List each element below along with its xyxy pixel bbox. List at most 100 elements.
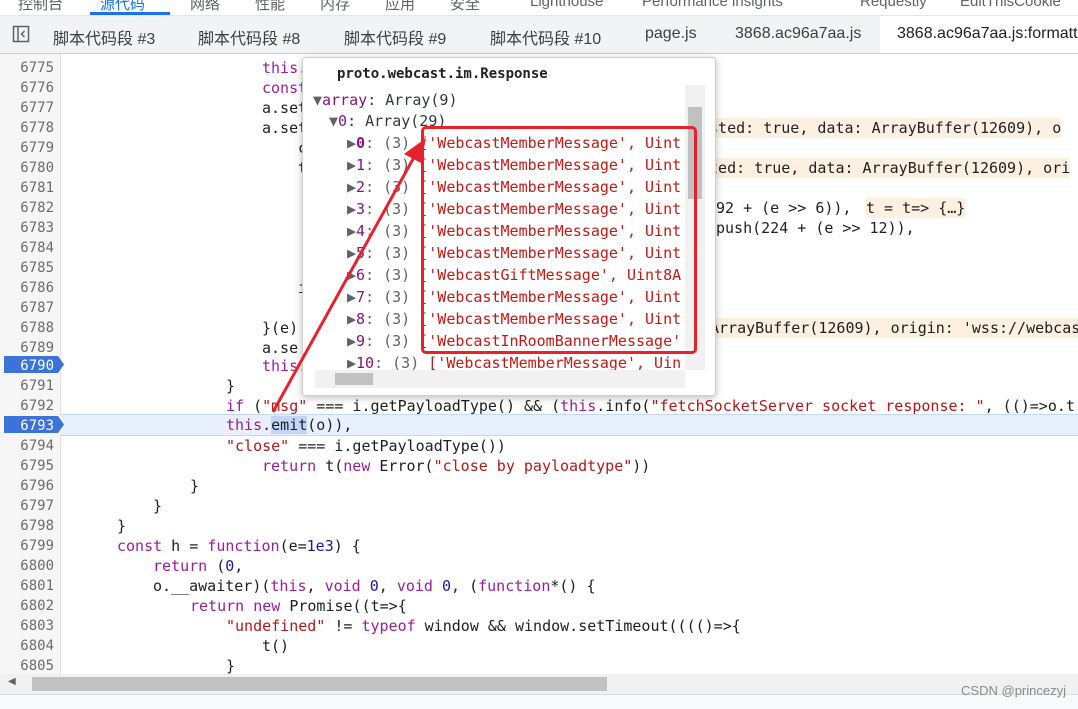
- code-line: return new Promise((t=>{: [190, 597, 407, 615]
- line-number[interactable]: 6796: [0, 476, 54, 496]
- inline-value: sted: true, data: ArrayBuffer(12609), or…: [700, 158, 1071, 178]
- code-fragment: 92 + (e >> 6)),: [716, 199, 852, 217]
- file-tab-snippet-3[interactable]: 脚本代码段 #3: [53, 25, 155, 49]
- collapsed-triangle-icon[interactable]: ▶: [347, 244, 356, 262]
- line-number[interactable]: 6802: [0, 596, 54, 616]
- line-number[interactable]: 6776: [0, 78, 54, 98]
- collapsed-triangle-icon[interactable]: ▶: [347, 222, 356, 240]
- item-index: 8: [356, 310, 366, 328]
- tree-node-array[interactable]: ▼array: Array(9): [313, 90, 458, 110]
- line-number[interactable]: 6781: [0, 178, 54, 198]
- panel-tab-security[interactable]: 安全: [450, 0, 480, 14]
- panel-tab-console[interactable]: 控制台: [18, 0, 63, 14]
- line-number[interactable]: 6784: [0, 238, 54, 258]
- inline-value: t = t=> {…}: [866, 198, 966, 218]
- panel-tab-requestly[interactable]: Requestly: [860, 0, 927, 10]
- line-number[interactable]: 6803: [0, 616, 54, 636]
- file-tab-3868-formatted[interactable]: 3868.ac96a7aa.js:formatted: [897, 25, 1078, 43]
- code-line: }: [190, 477, 200, 495]
- scrollbar-thumb[interactable]: [32, 677, 607, 691]
- line-number[interactable]: 6801: [0, 576, 54, 596]
- code-line: }: [117, 517, 127, 535]
- current-execution-line: [60, 414, 1078, 436]
- file-tab-snippet-9[interactable]: 脚本代码段 #9: [344, 25, 446, 49]
- inline-value: ArrayBuffer(12609), origin: 'wss://webca…: [710, 318, 1078, 338]
- code-fragment: push(224 + (e >> 12)),: [716, 219, 915, 237]
- item-count: (3): [383, 178, 411, 196]
- item-index: 5: [356, 244, 366, 262]
- file-tab-3868-js[interactable]: 3868.ac96a7aa.js: [735, 25, 861, 43]
- popover-horizontal-scrollbar[interactable]: [315, 370, 685, 388]
- line-number[interactable]: 6780: [0, 158, 54, 178]
- line-number[interactable]: 6795: [0, 456, 54, 476]
- item-count: (3): [383, 222, 411, 240]
- file-tab-page-js[interactable]: page.js: [645, 25, 697, 43]
- colon: :: [347, 112, 366, 130]
- code-line-6792: if ("msg" === i.getPayloadType() && (thi…: [226, 397, 1075, 415]
- collapsed-triangle-icon[interactable]: ▶: [347, 288, 356, 306]
- line-number[interactable]: 6785: [0, 258, 54, 278]
- toggle-navigator-icon[interactable]: [12, 25, 30, 43]
- line-number[interactable]: 6792: [0, 396, 54, 416]
- line-number[interactable]: 6804: [0, 636, 54, 656]
- line-number[interactable]: 6779: [0, 138, 54, 158]
- collapsed-triangle-icon[interactable]: ▶: [347, 178, 356, 196]
- line-number[interactable]: 6777: [0, 98, 54, 118]
- expand-triangle-icon[interactable]: ▼: [313, 91, 322, 109]
- line-number-breakpoint[interactable]: 6790: [0, 356, 54, 376]
- devtools-panel-tabs: 控制台 源代码 网络 性能 内存 应用 安全 Lighthouse Perfor…: [0, 0, 1078, 16]
- line-number[interactable]: 6797: [0, 496, 54, 516]
- line-number[interactable]: 6783: [0, 218, 54, 238]
- file-tab-snippet-10[interactable]: 脚本代码段 #10: [490, 25, 601, 49]
- line-number[interactable]: 6805: [0, 656, 54, 674]
- line-number[interactable]: 6775: [0, 58, 54, 78]
- code-line: }: [226, 657, 236, 674]
- expand-triangle-icon[interactable]: ▼: [329, 112, 338, 130]
- line-number[interactable]: 6794: [0, 436, 54, 456]
- line-number[interactable]: 6778: [0, 118, 54, 138]
- line-number[interactable]: 6799: [0, 536, 54, 556]
- scrollbar-thumb[interactable]: [335, 373, 373, 385]
- popover-title: proto.webcast.im.Response: [337, 66, 548, 82]
- panel-tab-performance[interactable]: 性能: [255, 0, 285, 14]
- line-number-breakpoint[interactable]: 6793: [0, 416, 54, 436]
- line-number[interactable]: 6798: [0, 516, 54, 536]
- file-tab-snippet-8[interactable]: 脚本代码段 #8: [198, 25, 300, 49]
- item-count: (3): [383, 156, 411, 174]
- collapsed-triangle-icon[interactable]: ▶: [347, 310, 356, 328]
- collapsed-triangle-icon[interactable]: ▶: [347, 156, 356, 174]
- collapsed-triangle-icon[interactable]: ▶: [347, 134, 356, 152]
- panel-tab-lighthouse[interactable]: Lighthouse: [530, 0, 603, 10]
- panel-tab-memory[interactable]: 内存: [320, 0, 350, 14]
- code-line: o.__awaiter)(this, void 0, void 0, (func…: [153, 577, 596, 595]
- collapsed-triangle-icon[interactable]: ▶: [347, 332, 356, 350]
- file-tab-bar: 脚本代码段 #3 脚本代码段 #8 脚本代码段 #9 脚本代码段 #10 pag…: [0, 16, 1078, 54]
- item-index: 7: [356, 288, 366, 306]
- property-key: array: [322, 91, 368, 109]
- editor-horizontal-scrollbar[interactable]: ◀: [0, 674, 1078, 694]
- item-count: (3): [383, 332, 411, 350]
- scroll-left-icon[interactable]: ◀: [8, 676, 16, 687]
- line-number[interactable]: 6786: [0, 278, 54, 298]
- line-number[interactable]: 6787: [0, 298, 54, 318]
- line-number[interactable]: 6800: [0, 556, 54, 576]
- line-number[interactable]: 6782: [0, 198, 54, 218]
- panel-tab-application[interactable]: 应用: [385, 0, 415, 14]
- code-line: a.set: [262, 119, 308, 137]
- watermark: CSDN @princezyj: [961, 683, 1066, 698]
- item-index: 2: [356, 178, 366, 196]
- line-number[interactable]: 6788: [0, 318, 54, 338]
- collapsed-triangle-icon[interactable]: ▶: [347, 266, 356, 284]
- active-panel-indicator: [90, 12, 170, 15]
- panel-tab-editthiscookie[interactable]: EditThisCookie: [960, 0, 1061, 10]
- item-index: 1: [356, 156, 366, 174]
- code-line: this.: [262, 59, 307, 77]
- item-count: (3): [383, 310, 411, 328]
- annotation-highlight-box: [421, 126, 697, 354]
- panel-tab-performance-insights[interactable]: Performance insights: [642, 0, 783, 10]
- panel-tab-network[interactable]: 网络: [190, 0, 220, 14]
- line-number[interactable]: 6791: [0, 376, 54, 396]
- line-number[interactable]: 6789: [0, 338, 54, 358]
- code-line: "undefined" != typeof window && window.s…: [226, 617, 741, 635]
- collapsed-triangle-icon[interactable]: ▶: [347, 200, 356, 218]
